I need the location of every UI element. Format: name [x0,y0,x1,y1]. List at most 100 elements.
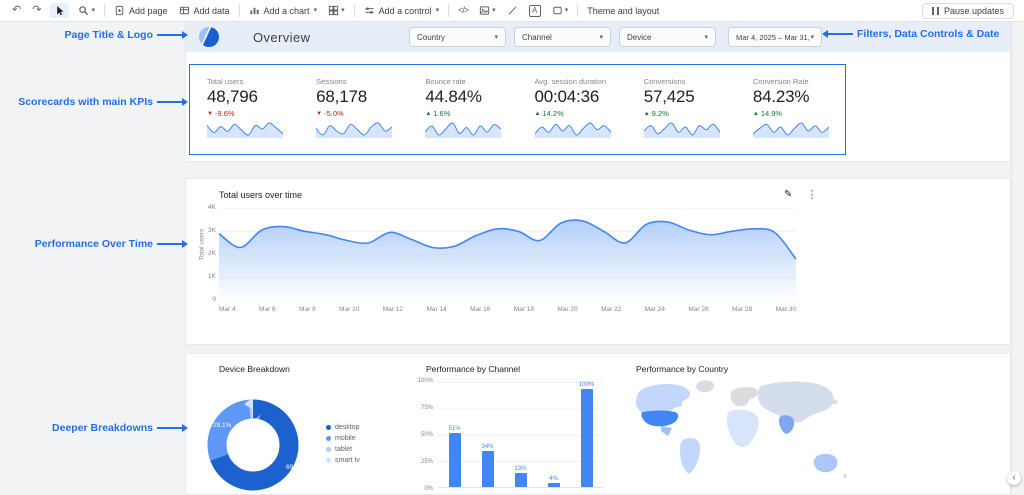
filter-device[interactable]: Device ▾ [619,27,716,47]
tick-label: 50% [421,432,433,438]
chevron-down-icon: ▾ [704,34,708,41]
insert-text-button[interactable]: A [527,4,543,18]
scorecard-sessions[interactable]: Sessions 68,178 ▼ -5.0% [299,65,408,154]
toolbar-divider [239,4,240,17]
scorecard-bounce-rate[interactable]: Bounce rate 44.84% ▲ 1.6% [408,65,517,154]
date-range-control[interactable]: Mar 4, 2025 – Mar 31, 20... ▾ [728,27,822,47]
toolbar: ↶ ↷ ▾ Add page Add data Add a chart [0,0,1024,22]
scorecard-conversions[interactable]: Conversions 57,425 ▲ 9.2% [627,65,736,154]
scorecard-avg-session-duration[interactable]: Avg. session duration 00:04:36 ▲ 14.2% [518,65,627,154]
bar-value-label: 100% [579,382,594,388]
bar-column: 51% [445,382,465,487]
add-control-button[interactable]: Add a control ▾ [362,4,442,17]
image-icon [479,5,490,16]
scorecard-label: Total users [207,77,299,86]
tick-label: 0% [424,486,433,492]
breakdowns-card[interactable]: Device Breakdown 29.1% 69.3% desktopmobi… [185,353,1011,495]
sparkline-chart [207,121,283,138]
tick-label: Mar 22 [601,306,621,313]
kebab-menu-icon[interactable]: ⋮ [806,188,817,201]
annotation-text: Page Title & Logo [65,29,153,41]
scorecard-value: 84.23% [753,87,845,107]
chart-actions: ✎ ⋮ [784,188,817,201]
zoom-button[interactable]: ▾ [76,4,97,17]
annotation-text: Performance Over Time [35,238,153,250]
pause-updates-button[interactable]: Pause updates [922,3,1014,19]
theme-and-layout-button[interactable]: Theme and layout [585,5,661,17]
add-control-icon [364,5,375,16]
add-chart-label: Add a chart [264,6,310,16]
bar [548,483,560,487]
legend-label: smart tv [335,457,360,464]
bar-column: 100% [577,382,597,487]
annotation-scorecards: Scorecards with main KPIs [0,96,183,108]
redo-button[interactable]: ↷ [30,4,43,17]
slice-label-mobile: 29.1% [213,422,231,429]
annotation-text: Filters, Data Controls & Date [857,28,999,40]
scorecard-value: 44.84% [425,87,517,107]
add-control-label: Add a control [379,6,432,16]
pause-icon [932,7,939,15]
scorecard-delta: ▲ 14.2% [535,109,627,118]
annotation-filters: Filters, Data Controls & Date [827,28,999,40]
delta-arrow-icon: ▲ [753,111,759,117]
scorecard-total-users[interactable]: Total users 48,796 ▼ -9.6% [190,65,299,154]
chart-title: Total users over time [219,190,302,200]
delta-arrow-icon: ▲ [644,111,650,117]
add-data-button[interactable]: Add data [177,4,232,17]
scorecard-label: Conversion Rate [753,77,845,86]
tick-label: Mar 24 [645,306,665,313]
arrow-right-icon [157,427,183,429]
chart-title: Performance by Channel [426,364,520,374]
legend-label: mobile [335,435,356,442]
scorecard-delta: ▼ -9.6% [207,109,299,118]
bar [449,433,461,487]
insert-shape-button[interactable]: ▾ [550,4,571,17]
insert-line-button[interactable] [505,4,520,17]
add-chart-button[interactable]: Add a chart ▾ [247,4,320,17]
toolbar-divider [104,4,105,17]
arrow-right-icon [157,101,183,103]
select-tool-button[interactable] [50,3,69,18]
text-icon: A [529,5,541,17]
undo-button[interactable]: ↶ [10,4,23,17]
delta-arrow-icon: ▼ [207,111,213,117]
add-chart-icon [249,5,260,16]
chevron-down-icon: ▾ [492,7,496,14]
edit-pencil-icon[interactable]: ✎ [784,189,792,200]
scorecard-value: 00:04:36 [535,87,627,107]
tick-label: 100% [418,378,433,384]
filter-country[interactable]: Country ▾ [409,27,506,47]
filter-channel[interactable]: Channel ▾ [514,27,611,47]
scorecard-conversion-rate[interactable]: Conversion Rate 84.23% ▲ 14.9% [736,65,845,154]
time-series-card[interactable]: Total users over time ✎ ⋮ Total users 4K… [185,178,1011,345]
tick-label: Mar 30 [776,306,796,313]
line-icon [507,5,518,16]
arrow-left-icon [827,33,853,35]
legend-dot-icon [326,436,331,441]
scorecard-delta: ▲ 1.6% [425,109,517,118]
tick-label: 25% [421,459,433,465]
chart-legend: desktopmobiletabletsmart tv [326,424,360,464]
chevron-down-icon: ▾ [494,34,498,41]
chart-type-button[interactable]: ▾ [326,4,347,17]
scorecard-value: 68,178 [316,87,408,107]
filter-label: Device [627,33,651,42]
header-scorecards-block: Overview Country ▾ Channel ▾ Device ▾ Ma… [185,22,1011,162]
bar [482,451,494,487]
scorecard-label: Conversions [644,77,736,86]
collapse-panel-button[interactable]: ‹ [1007,471,1021,485]
insert-image-button[interactable]: ▾ [477,4,498,17]
scorecards-group[interactable]: Total users 48,796 ▼ -9.6% Sessions 68,1… [189,64,846,155]
legend-label: tablet [335,446,352,453]
bar-value-label: 51% [448,426,460,432]
shape-icon [552,5,563,16]
legend-dot-icon [326,458,331,463]
zoom-icon [78,5,89,16]
scorecard-delta: ▼ -5.0% [316,109,408,118]
tick-label: 3K [208,227,216,234]
line-chart-plot [219,208,796,301]
delta-value: 14.9% [761,109,782,118]
add-page-button[interactable]: Add page [112,4,170,17]
embed-code-button[interactable]: </> [456,5,470,16]
